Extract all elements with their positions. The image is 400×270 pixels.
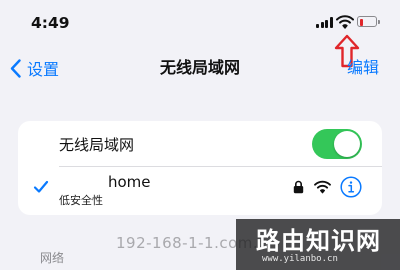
- cellular-signal-icon: [316, 17, 334, 28]
- watermark-title: 路由知识网: [256, 227, 381, 255]
- page-title: 无线局域网: [159, 58, 240, 77]
- checkmark-icon: [33, 180, 49, 193]
- network-name[interactable]: home: [108, 173, 151, 191]
- edit-button[interactable]: 编辑: [347, 56, 379, 80]
- lock-icon: [293, 180, 304, 194]
- wifi-settings-screen: 4:49 设置 无线局域网 编辑 无线局域网 home 低安全性 网络 192-…: [0, 0, 400, 270]
- divider: [59, 166, 382, 167]
- network-security-warning: 低安全性: [59, 194, 103, 207]
- battery-low-icon: [357, 16, 380, 27]
- wifi-toggle[interactable]: [312, 129, 362, 159]
- toggle-knob: [334, 131, 360, 157]
- networks-section-header: 网络: [40, 251, 65, 265]
- info-icon[interactable]: [340, 176, 362, 198]
- wifi-icon: [336, 15, 354, 29]
- watermark-site: www.yilanbo.cn: [262, 254, 338, 264]
- wifi-signal-icon: [314, 180, 331, 194]
- wifi-toggle-label: 无线局域网: [59, 136, 135, 154]
- status-time: 4:49: [31, 14, 70, 32]
- wifi-card: 无线局域网 home 低安全性: [18, 121, 382, 215]
